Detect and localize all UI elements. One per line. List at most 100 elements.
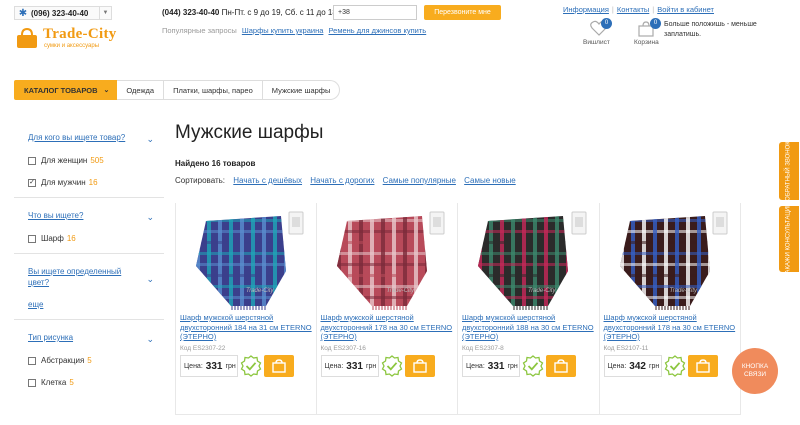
product-card: Trade-City Шарф мужской шерстяной двухст… xyxy=(175,203,317,415)
sort-option[interactable]: Начать с дорогих xyxy=(310,176,374,185)
add-to-cart-button[interactable] xyxy=(687,355,718,377)
add-to-cart-button[interactable] xyxy=(404,355,435,377)
scarf-illustration xyxy=(196,216,286,310)
watermark: Trade-City xyxy=(246,288,274,294)
sort-option[interactable]: Начать с дешёвых xyxy=(233,176,302,185)
filter-group: Для кого вы ищете товар? ⌄ Для женщин 50… xyxy=(14,120,164,198)
price-currency: грн xyxy=(648,362,660,370)
callback-button[interactable]: Перезвоните мне xyxy=(424,5,501,20)
catalog-button[interactable]: КАТАЛОГ ТОВАРОВ ⌄ xyxy=(14,80,118,100)
logo-icon xyxy=(17,27,37,48)
price-box: Цена: 342 грн xyxy=(603,355,662,377)
sort-label: Сортировать: xyxy=(175,176,226,185)
breadcrumb-current: Мужские шарфы xyxy=(262,80,341,100)
popular-queries: Популярные запросы Шарфы купить украина … xyxy=(162,26,426,35)
product-code: Код ES2107-11 xyxy=(603,345,649,352)
product-grid: Trade-City Шарф мужской шерстяной двухст… xyxy=(175,203,741,415)
filter-title[interactable]: Что вы ищете? xyxy=(28,210,138,221)
product-name[interactable]: Шарф мужской шерстяной двухсторонний 178… xyxy=(604,313,738,342)
filter-option[interactable]: Клетка 5 xyxy=(28,378,164,387)
in-stock-check-icon xyxy=(522,355,544,377)
results-count: Найдено 16 товаров xyxy=(175,159,256,168)
chevron-down-icon[interactable]: ⌄ xyxy=(146,334,154,345)
chevron-down-icon[interactable]: ▼ xyxy=(99,7,111,19)
chevron-down-icon[interactable]: ⌄ xyxy=(146,212,154,223)
page-title: Мужские шарфы xyxy=(175,122,324,143)
product-image[interactable] xyxy=(610,211,720,311)
site-header: ✱ (096) 323-40-40 ▼ Trade-City сумки и а… xyxy=(0,0,800,60)
product-image[interactable] xyxy=(468,211,578,311)
price-label: Цена: xyxy=(184,362,203,370)
checkbox[interactable] xyxy=(28,356,36,365)
product-card: Trade-City Шарф мужской шерстяной двухст… xyxy=(458,203,600,415)
price-value: 342 xyxy=(629,360,646,372)
breadcrumb-item[interactable]: Платки, шарфы, парео xyxy=(164,80,263,100)
brand-tagline: сумки и аксессуары xyxy=(44,43,100,49)
info-link[interactable]: Информация xyxy=(563,5,609,14)
contacts-link[interactable]: Контакты xyxy=(617,5,649,14)
add-to-cart-button[interactable] xyxy=(264,355,294,377)
phone-main: (096) 323-40-40 xyxy=(31,8,89,18)
filter-title[interactable]: Вы ищете определенный цвет? xyxy=(28,266,138,288)
sort-option[interactable]: Самые новые xyxy=(464,176,516,185)
popular-link[interactable]: Шарфы купить украина xyxy=(242,26,324,35)
filter-title[interactable]: Для кого вы ищете товар? xyxy=(28,132,138,143)
checkbox[interactable] xyxy=(28,234,36,243)
filter-title[interactable]: Тип рисунка xyxy=(28,332,138,343)
chevron-down-icon: ⌄ xyxy=(103,87,110,94)
contact-button[interactable]: КНОПКА СВЯЗИ xyxy=(732,348,778,394)
product-image[interactable] xyxy=(327,211,437,311)
product-name[interactable]: Шарф мужской шерстяной двухсторонний 184… xyxy=(180,313,314,342)
watermark: Trade-City xyxy=(386,288,415,294)
more-link[interactable]: еще xyxy=(28,300,164,309)
filter-option[interactable]: Абстракция 5 xyxy=(28,356,164,365)
logo[interactable]: Trade-City сумки и аксессуары xyxy=(14,25,134,51)
filter-option[interactable]: Для женщин 505 xyxy=(28,156,164,165)
price-box: Цена: 331 грн xyxy=(320,355,379,377)
login-link[interactable]: Войти в кабинет xyxy=(657,5,714,14)
phone-dropdown[interactable]: ✱ (096) 323-40-40 ▼ xyxy=(14,6,112,20)
checkbox[interactable] xyxy=(28,156,36,165)
wishlist-count: 0 xyxy=(601,18,612,29)
price-value: 331 xyxy=(346,360,363,372)
consultation-tab[interactable]: ЗАКАЖИ КОНСУЛЬТАЦИЮ xyxy=(779,201,799,277)
breadcrumb-item[interactable]: Одежда xyxy=(117,80,165,100)
product-name[interactable]: Шарф мужской шерстяной двухсторонний 178… xyxy=(321,313,455,342)
bag-icon xyxy=(695,359,710,373)
price-label: Цена: xyxy=(466,362,485,370)
sort-option[interactable]: Самые популярные xyxy=(383,176,456,185)
product-code: Код ES2307-8 xyxy=(462,345,504,352)
add-to-cart-button[interactable] xyxy=(546,355,576,377)
filter-group: Вы ищете определенный цвет? ⌄ еще xyxy=(14,254,164,320)
checkbox-checked[interactable]: ✓ xyxy=(28,178,36,187)
filter-option[interactable]: ✓ Для мужчин 16 xyxy=(28,178,164,187)
product-card: Trade-City Шарф мужской шерстяной двухст… xyxy=(316,203,458,415)
filter-option[interactable]: Шарф 16 xyxy=(28,234,164,243)
callback-phone-input[interactable] xyxy=(333,5,417,20)
wishlist[interactable]: 0 Вишлист xyxy=(583,18,617,50)
package-icon xyxy=(712,211,728,235)
product-code: Код ES2307-16 xyxy=(320,345,366,352)
bag-icon xyxy=(412,359,427,373)
product-image[interactable] xyxy=(186,211,296,311)
cart[interactable]: 0 Корзина xyxy=(634,18,664,50)
chevron-down-icon[interactable]: ⌄ xyxy=(146,134,154,145)
phone-secondary: (044) 323-40-40 Пн-Пт. с 9 до 19, Сб. с … xyxy=(162,8,337,17)
product-name[interactable]: Шарф мужской шерстяной двухсторонний 188… xyxy=(462,313,596,342)
price-value: 331 xyxy=(205,360,223,372)
bag-icon xyxy=(272,359,286,373)
chevron-down-icon[interactable]: ⌄ xyxy=(146,274,154,285)
filter-option-label: Для женщин xyxy=(41,156,88,165)
popular-link[interactable]: Ремень для джинсов купить xyxy=(328,26,426,35)
consultation-tab-label: ЗАКАЖИ КОНСУЛЬТАЦИЮ xyxy=(785,200,792,278)
watermark: Trade-City xyxy=(669,288,698,294)
in-stock-check-icon xyxy=(664,355,685,377)
catalog-label: КАТАЛОГ ТОВАРОВ xyxy=(24,85,98,95)
price-box: Цена: 331 грн xyxy=(180,355,238,377)
filter-option-count: 505 xyxy=(90,156,104,165)
callback-tab[interactable]: ОБРАТНЫЙ ЗВОНОК xyxy=(779,141,799,201)
price-currency: грн xyxy=(365,362,377,370)
checkbox[interactable] xyxy=(28,378,36,387)
scarf-illustration xyxy=(619,216,710,310)
promo-text: Больше положишь - меньше заплатишь. xyxy=(664,21,757,38)
